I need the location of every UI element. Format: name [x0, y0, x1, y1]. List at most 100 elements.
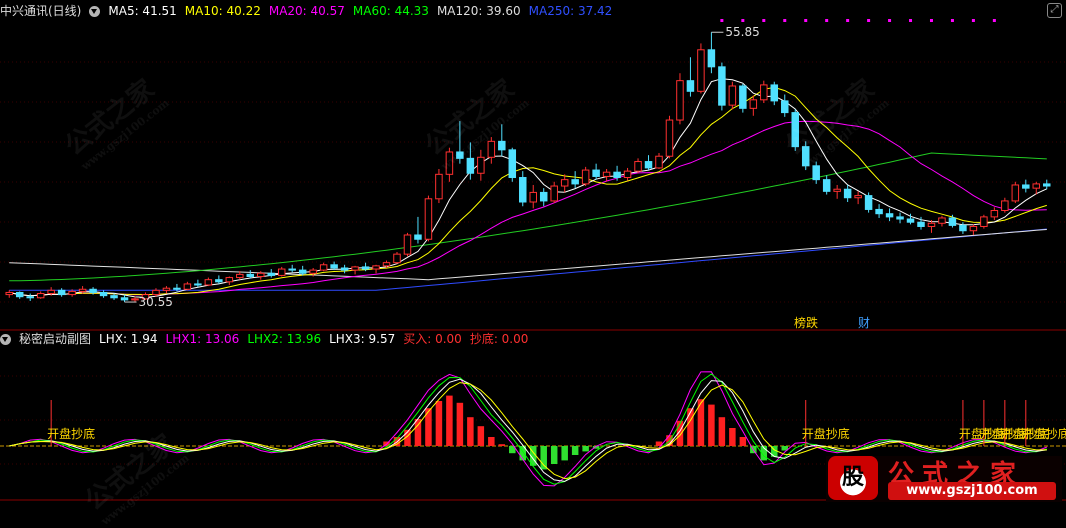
candle	[843, 188, 852, 199]
candle	[319, 264, 328, 271]
candle	[969, 225, 978, 232]
candle	[498, 140, 506, 151]
candle	[1001, 200, 1009, 212]
candle	[68, 290, 76, 296]
candle	[707, 49, 716, 68]
candle	[277, 268, 286, 276]
candle	[246, 273, 255, 277]
candle	[739, 85, 747, 109]
candle	[78, 288, 87, 292]
candle	[655, 155, 663, 169]
site-logo: 股 公式之家 www.gszj100.com	[826, 456, 1062, 502]
candle	[267, 272, 275, 276]
candle	[917, 221, 925, 227]
candle	[812, 165, 820, 181]
top-marker	[909, 19, 913, 22]
top-marker	[971, 19, 975, 22]
candle	[644, 161, 653, 169]
candle	[550, 185, 558, 202]
indicator-bar	[550, 446, 558, 464]
candle	[676, 80, 684, 121]
ma10-line	[9, 86, 1047, 297]
candle	[131, 298, 139, 301]
indicator-bar	[582, 446, 589, 452]
candle	[938, 217, 946, 224]
candle	[36, 293, 45, 299]
candle	[477, 156, 485, 174]
candle	[435, 173, 443, 200]
indicator-bar	[414, 419, 422, 446]
candle	[1043, 183, 1051, 187]
candle	[257, 272, 265, 277]
candle	[361, 266, 370, 270]
indicator-bar	[435, 401, 443, 446]
candle	[592, 169, 600, 177]
top-marker	[804, 19, 808, 22]
candle	[1011, 184, 1020, 202]
candle	[89, 288, 97, 293]
candle	[906, 218, 915, 223]
candle	[382, 262, 391, 267]
candle	[833, 188, 841, 192]
low-label: 30.55	[139, 295, 173, 309]
candle	[529, 191, 537, 203]
candle	[110, 295, 118, 299]
candle	[340, 267, 349, 271]
candle	[749, 99, 758, 109]
candle	[571, 179, 579, 185]
candle	[351, 266, 359, 271]
candle	[686, 80, 695, 92]
candle	[560, 179, 569, 187]
candle	[26, 296, 34, 299]
candle	[959, 224, 967, 232]
candle	[1032, 183, 1041, 189]
candle	[5, 291, 13, 296]
candle	[120, 297, 129, 301]
candle	[152, 289, 160, 296]
candle	[885, 213, 894, 218]
candle	[403, 234, 412, 255]
indicator-bar	[739, 437, 747, 446]
candle	[194, 283, 202, 286]
candle	[309, 269, 317, 274]
candle	[225, 277, 234, 283]
candle	[822, 179, 831, 192]
candle	[623, 170, 632, 179]
candle	[634, 161, 642, 172]
indicator-bar	[477, 426, 485, 446]
logo-mark: 股	[828, 456, 878, 500]
candle	[99, 291, 108, 297]
high-label: 55.85	[725, 25, 759, 39]
indicator-bar	[561, 446, 568, 461]
candle	[487, 140, 496, 158]
indicator-bar	[571, 446, 579, 455]
candle	[875, 208, 883, 215]
candle	[760, 84, 768, 101]
candle	[330, 264, 338, 269]
top-marker	[929, 19, 933, 22]
candle	[424, 198, 433, 240]
event-tag: 榜跌	[794, 315, 818, 330]
indicator-bar	[446, 395, 453, 446]
candle	[697, 49, 705, 92]
candle	[980, 216, 988, 227]
candle	[466, 157, 475, 174]
ma120-line	[9, 229, 1047, 281]
candle	[215, 279, 223, 283]
signal-label: 开盘抄底	[1022, 426, 1066, 441]
top-marker	[992, 19, 996, 22]
top-marker	[783, 19, 787, 22]
top-marker	[867, 19, 871, 22]
candle	[665, 119, 674, 157]
candle	[204, 279, 213, 286]
indicator-bar	[498, 444, 506, 446]
candle	[288, 268, 296, 271]
signal-label: 开盘抄底	[802, 426, 850, 441]
logo-url: www.gszj100.com	[888, 482, 1056, 500]
candle	[539, 191, 548, 202]
candle	[183, 283, 192, 290]
candle	[927, 222, 936, 227]
candle	[1022, 184, 1030, 189]
top-marker	[888, 19, 892, 22]
candle	[854, 195, 862, 199]
